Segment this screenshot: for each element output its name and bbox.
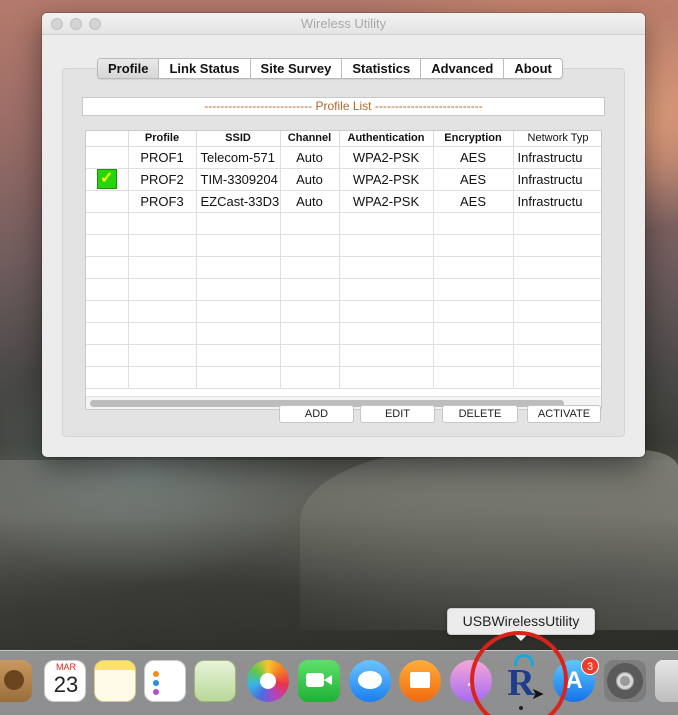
wireless-utility-window: Wireless Utility Profile Link Status Sit… — [42, 13, 645, 457]
ssid-cell: EZCast-33D3 — [196, 190, 281, 213]
profile-cell: PROF2 — [128, 168, 197, 191]
table-row[interactable]: PROF1 Telecom-571 Auto WPA2-PSK AES Infr… — [86, 146, 601, 169]
empty-row — [86, 322, 601, 345]
profile-table[interactable]: Profile SSID Channel Authentication Encr… — [85, 130, 602, 410]
profile-cell: PROF3 — [128, 190, 197, 213]
table-row[interactable]: ✓ PROF2 TIM-3309204 Auto WPA2-PSK AES In… — [86, 168, 601, 191]
empty-row — [86, 278, 601, 301]
photo-booth-icon[interactable] — [194, 660, 236, 702]
reminders-icon[interactable] — [144, 660, 186, 702]
tab-advanced[interactable]: Advanced — [421, 59, 505, 78]
col-header-select — [86, 131, 129, 147]
empty-row — [86, 256, 601, 279]
tab-about[interactable]: About — [504, 59, 562, 78]
encryption-cell: AES — [433, 146, 514, 169]
calendar-month: MAR — [56, 662, 76, 672]
notes-icon[interactable] — [94, 660, 136, 702]
table-row[interactable]: PROF3 EZCast-33D3 Auto WPA2-PSK AES Infr… — [86, 190, 601, 213]
empty-row — [86, 366, 601, 389]
col-header-encryption[interactable]: Encryption — [433, 131, 514, 147]
zoom-window-button[interactable] — [89, 18, 101, 30]
row-select-cell — [86, 146, 129, 169]
authentication-cell: WPA2-PSK — [339, 168, 434, 191]
delete-button[interactable]: DELETE — [442, 405, 518, 423]
facetime-icon[interactable] — [298, 660, 340, 702]
network-type-cell: Infrastructu — [513, 168, 601, 191]
authentication-cell: WPA2-PSK — [339, 146, 434, 169]
contacts-icon[interactable] — [0, 660, 32, 702]
col-header-authentication[interactable]: Authentication — [339, 131, 434, 147]
network-type-cell: Infrastructu — [513, 146, 601, 169]
messages-icon[interactable] — [349, 660, 391, 702]
minimize-window-button[interactable] — [70, 18, 82, 30]
calculator-icon[interactable] — [655, 660, 678, 702]
channel-cell: Auto — [280, 168, 340, 191]
encryption-cell: AES — [433, 168, 514, 191]
app-store-badge: 3 — [581, 657, 599, 675]
photos-icon[interactable] — [247, 660, 289, 702]
calendar-icon[interactable]: MAR 23 — [44, 660, 86, 702]
ssid-cell: TIM-3309204 — [196, 168, 281, 191]
col-header-channel[interactable]: Channel — [280, 131, 340, 147]
empty-row — [86, 234, 601, 257]
titlebar[interactable]: Wireless Utility — [42, 13, 645, 35]
tab-site-survey[interactable]: Site Survey — [251, 59, 343, 78]
activate-button[interactable]: ACTIVATE — [527, 405, 601, 423]
row-select-cell: ✓ — [86, 168, 129, 191]
channel-cell: Auto — [280, 146, 340, 169]
tab-link-status[interactable]: Link Status — [159, 59, 251, 78]
tab-profile[interactable]: Profile — [98, 59, 160, 78]
row-select-cell — [86, 190, 129, 213]
empty-row — [86, 212, 601, 235]
tab-statistics[interactable]: Statistics — [342, 59, 422, 78]
wallpaper-cliff — [300, 450, 678, 630]
col-header-ssid[interactable]: SSID — [196, 131, 281, 147]
profile-cell: PROF1 — [128, 146, 197, 169]
network-type-cell: Infrastructu — [513, 190, 601, 213]
edit-button[interactable]: EDIT — [360, 405, 435, 423]
channel-cell: Auto — [280, 190, 340, 213]
close-window-button[interactable] — [51, 18, 63, 30]
ibooks-icon[interactable] — [399, 660, 441, 702]
window-title: Wireless Utility — [300, 16, 387, 31]
empty-row — [86, 300, 601, 323]
calendar-day: 23 — [53, 672, 79, 697]
col-header-network-type[interactable]: Network Typ — [513, 131, 601, 147]
empty-row — [86, 344, 601, 367]
system-preferences-icon[interactable] — [604, 660, 646, 702]
tab-bar: Profile Link Status Site Survey Statisti… — [97, 58, 563, 79]
authentication-cell: WPA2-PSK — [339, 190, 434, 213]
mouse-cursor-icon: ➤ — [531, 686, 545, 703]
active-profile-check-icon: ✓ — [96, 169, 117, 189]
encryption-cell: AES — [433, 190, 514, 213]
profile-list-header: --------------------------- Profile List… — [82, 97, 605, 116]
add-button[interactable]: ADD — [279, 405, 354, 423]
col-header-profile[interactable]: Profile — [128, 131, 197, 147]
ssid-cell: Telecom-571 — [196, 146, 281, 169]
